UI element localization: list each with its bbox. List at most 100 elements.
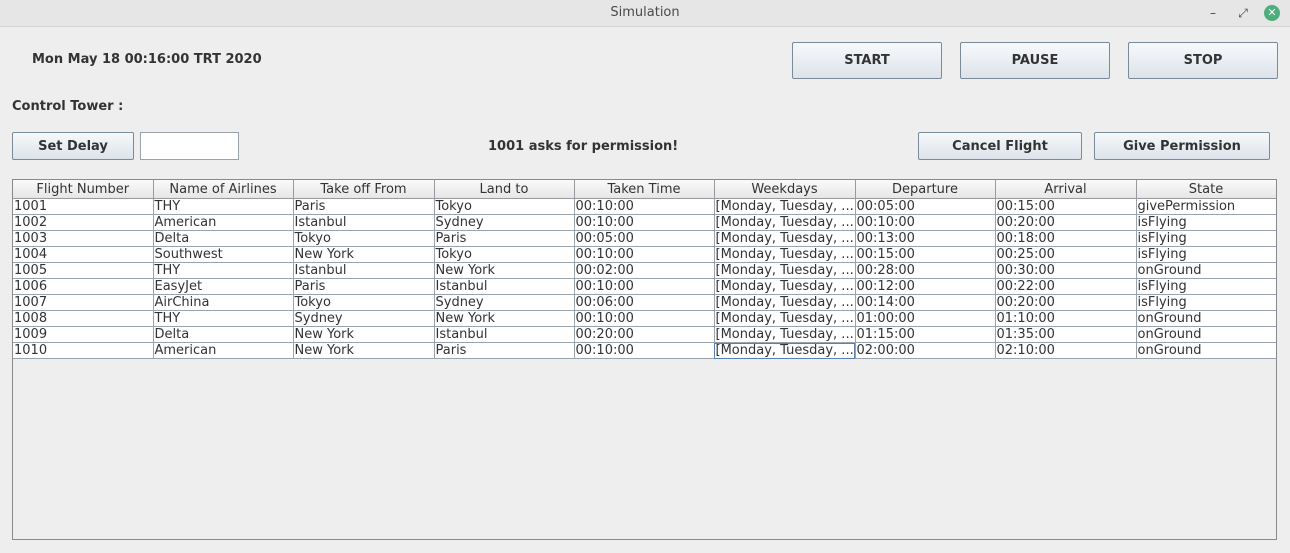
table-cell[interactable]: THY — [153, 310, 294, 327]
table-cell[interactable]: Istanbul — [434, 278, 575, 295]
table-cell[interactable]: New York — [293, 246, 435, 263]
table-cell[interactable]: 00:10:00 — [574, 198, 715, 215]
start-button[interactable]: START — [792, 42, 942, 79]
table-cell[interactable]: 00:05:00 — [855, 198, 996, 215]
table-cell[interactable]: 00:05:00 — [574, 230, 715, 247]
table-row[interactable]: 1006 EasyJet Paris Istanbul 00:10:00 [Monday,… — [13, 278, 1276, 295]
column-header[interactable]: Departure — [855, 180, 996, 199]
table-cell[interactable]: 1005 — [13, 262, 154, 279]
column-header[interactable]: Name of Airlines — [153, 180, 294, 199]
table-cell[interactable]: 00:15:00 — [995, 198, 1137, 215]
table-cell[interactable]: 00:25:00 — [995, 246, 1137, 263]
close-icon[interactable]: ✕ — [1264, 5, 1280, 21]
table-cell[interactable]: 00:13:00 — [855, 230, 996, 247]
table-cell[interactable]: 1003 — [13, 230, 154, 247]
table-cell[interactable]: 1006 — [13, 278, 154, 295]
table-cell[interactable]: 00:10:00 — [574, 246, 715, 263]
table-cell[interactable]: 1001 — [13, 198, 154, 215]
table-cell[interactable]: 1008 — [13, 310, 154, 327]
table-cell[interactable]: 01:35:00 — [995, 326, 1137, 343]
table-cell[interactable]: 02:10:00 — [995, 342, 1137, 359]
table-row[interactable]: 1001 THY Paris Tokyo 00:10:00 [Monday, Tuesda… — [13, 198, 1276, 215]
table-cell[interactable]: [Monday, Tuesday, ... — [714, 262, 856, 279]
table-cell[interactable]: New York — [293, 342, 435, 359]
table-cell[interactable]: Delta — [153, 326, 294, 343]
column-header[interactable]: Land to — [434, 180, 575, 199]
give-permission-button[interactable]: Give Permission — [1094, 132, 1270, 160]
set-delay-button[interactable]: Set Delay — [12, 132, 134, 160]
maximize-icon[interactable]: ⤢ — [1234, 4, 1252, 22]
table-cell[interactable]: EasyJet — [153, 278, 294, 295]
table-row[interactable]: 1007 AirChina Tokyo Sydney 00:06:00 [Monday, … — [13, 294, 1276, 311]
table-cell[interactable]: onGround — [1136, 326, 1276, 343]
table-cell[interactable]: AirChina — [153, 294, 294, 311]
table-cell[interactable]: 01:00:00 — [855, 310, 996, 327]
table-cell[interactable]: 00:20:00 — [995, 214, 1137, 231]
table-row[interactable]: 1004 Southwest New York Tokyo 00:10:00 [Monda… — [13, 246, 1276, 263]
table-cell[interactable]: Istanbul — [293, 214, 435, 231]
table-cell[interactable]: isFlying — [1136, 294, 1276, 311]
column-header[interactable]: Flight Number — [13, 180, 154, 199]
table-cell[interactable]: 00:10:00 — [574, 214, 715, 231]
table-cell[interactable]: Istanbul — [434, 326, 575, 343]
column-header[interactable]: Taken Time — [574, 180, 715, 199]
table-cell[interactable]: Southwest — [153, 246, 294, 263]
table-cell[interactable]: Tokyo — [293, 294, 435, 311]
table-cell[interactable]: [Monday, Tuesday, ... — [714, 278, 856, 295]
table-cell[interactable]: Sydney — [293, 310, 435, 327]
table-row[interactable]: 1002 American Istanbul Sydney 00:10:00 [Monda… — [13, 214, 1276, 231]
table-cell[interactable]: [Monday, Tuesday, ... — [714, 198, 856, 215]
pause-button[interactable]: PAUSE — [960, 42, 1110, 79]
table-cell[interactable]: 00:22:00 — [995, 278, 1137, 295]
table-cell[interactable]: Sydney — [434, 214, 575, 231]
cancel-flight-button[interactable]: Cancel Flight — [918, 132, 1082, 160]
table-cell[interactable]: 00:10:00 — [574, 278, 715, 295]
table-cell[interactable]: 00:18:00 — [995, 230, 1137, 247]
table-cell[interactable]: isFlying — [1136, 230, 1276, 247]
table-cell[interactable]: Sydney — [434, 294, 575, 311]
table-cell[interactable]: New York — [293, 326, 435, 343]
table-cell[interactable]: Tokyo — [434, 246, 575, 263]
table-cell[interactable]: 1009 — [13, 326, 154, 343]
table-cell[interactable]: [Monday, Tuesday, ... — [714, 294, 856, 311]
table-cell[interactable]: Delta — [153, 230, 294, 247]
table-cell[interactable]: isFlying — [1136, 278, 1276, 295]
table-cell[interactable]: 00:02:00 — [574, 262, 715, 279]
table-cell[interactable]: New York — [434, 262, 575, 279]
table-cell[interactable]: American — [153, 342, 294, 359]
table-cell[interactable]: 1007 — [13, 294, 154, 311]
table-cell[interactable]: 00:28:00 — [855, 262, 996, 279]
table-row[interactable]: 1009 Delta New York Istanbul 00:20:00 [Monday… — [13, 326, 1276, 343]
table-cell[interactable]: 00:20:00 — [574, 326, 715, 343]
table-cell[interactable]: Istanbul — [293, 262, 435, 279]
table-row[interactable]: 1008 THY Sydney New York 00:10:00 [Monday, Tu… — [13, 310, 1276, 327]
table-cell[interactable]: 00:10:00 — [855, 214, 996, 231]
column-header[interactable]: Weekdays — [714, 180, 856, 199]
flights-table-panel[interactable]: Flight Number Name of Airlines Take off Fr… — [12, 179, 1277, 540]
table-cell[interactable]: THY — [153, 198, 294, 215]
table-cell[interactable]: [Monday, Tuesday, ... — [714, 310, 856, 327]
minimize-icon[interactable]: – — [1204, 4, 1222, 22]
table-cell[interactable]: 1004 — [13, 246, 154, 263]
table-cell[interactable]: 00:14:00 — [855, 294, 996, 311]
table-cell[interactable]: 00:06:00 — [574, 294, 715, 311]
table-cell[interactable]: Tokyo — [293, 230, 435, 247]
table-cell[interactable]: isFlying — [1136, 214, 1276, 231]
table-cell[interactable]: 00:30:00 — [995, 262, 1137, 279]
stop-button[interactable]: STOP — [1128, 42, 1278, 79]
table-cell[interactable]: 1002 — [13, 214, 154, 231]
table-cell[interactable]: Paris — [434, 342, 575, 359]
table-cell[interactable]: 01:15:00 — [855, 326, 996, 343]
table-cell[interactable]: 00:15:00 — [855, 246, 996, 263]
table-cell[interactable]: Tokyo — [434, 198, 575, 215]
table-cell[interactable]: New York — [434, 310, 575, 327]
table-cell[interactable]: onGround — [1136, 310, 1276, 327]
table-cell[interactable]: Paris — [434, 230, 575, 247]
table-cell[interactable]: American — [153, 214, 294, 231]
table-cell[interactable]: [Monday, Tuesday, ... — [714, 342, 856, 359]
table-row[interactable]: 1010 American New York Paris 00:10:00 [Monday… — [13, 342, 1276, 359]
table-cell[interactable]: 01:10:00 — [995, 310, 1137, 327]
table-row[interactable]: 1005 THY Istanbul New York 00:02:00 [Monday, … — [13, 262, 1276, 279]
table-cell[interactable]: [Monday, Tuesday, ... — [714, 246, 856, 263]
table-cell[interactable]: 00:10:00 — [574, 310, 715, 327]
